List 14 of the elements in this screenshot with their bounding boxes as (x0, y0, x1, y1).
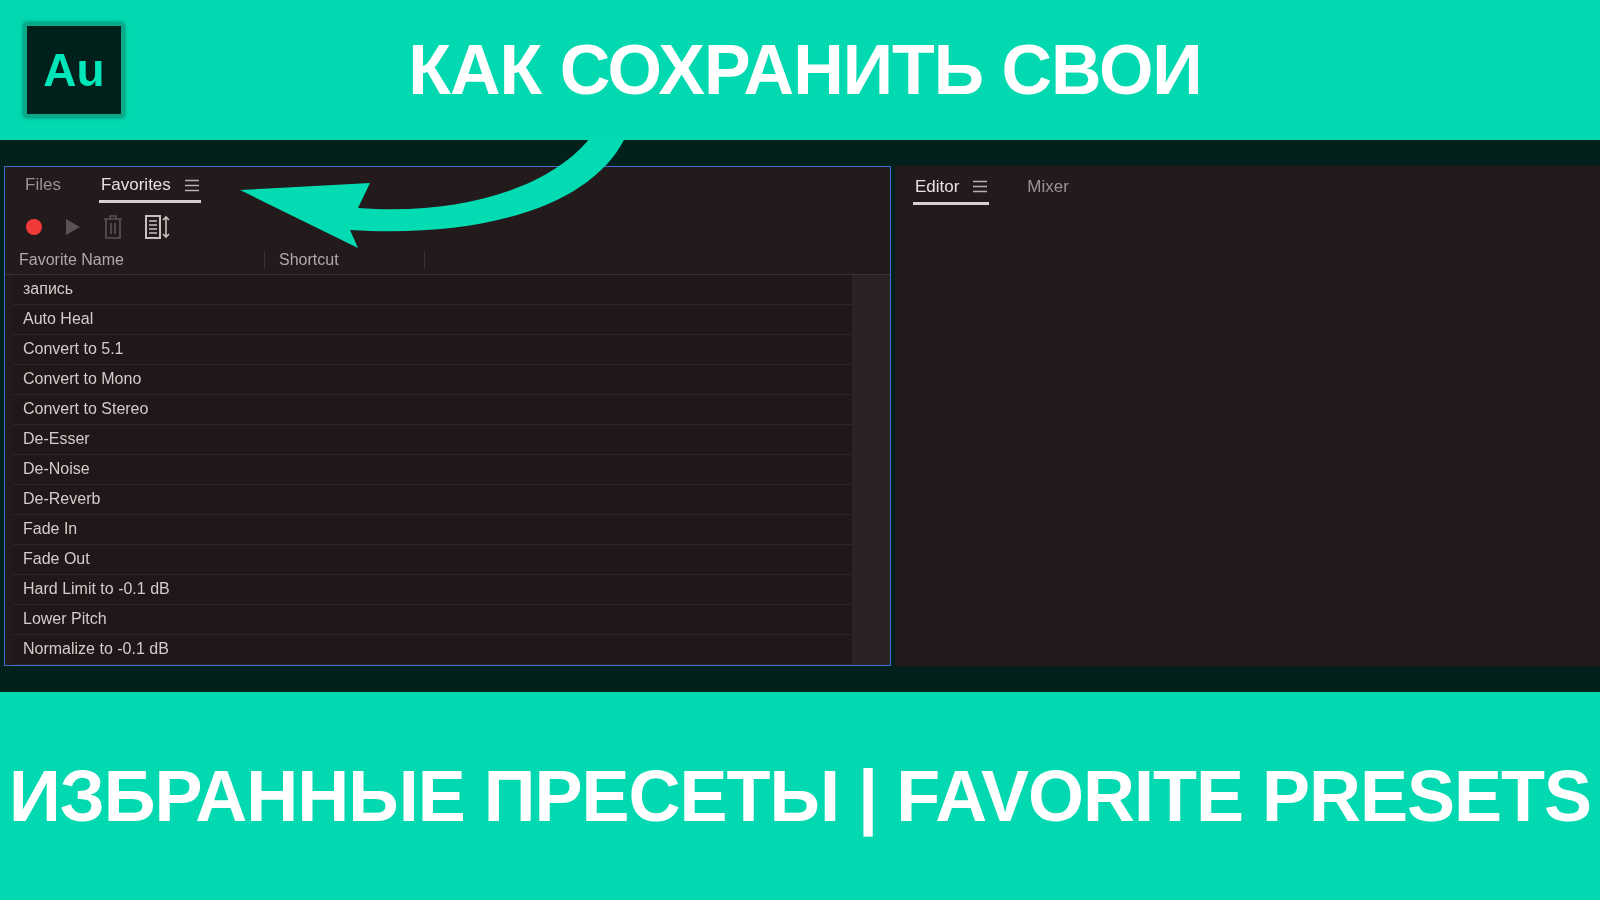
list-sort-icon[interactable] (145, 214, 171, 239)
menu-icon[interactable] (973, 180, 988, 193)
panel-tab[interactable]: Files (23, 170, 63, 204)
column-header[interactable]: Favorite Name (5, 251, 265, 270)
app-logo: Au (24, 23, 124, 117)
column-header[interactable]: Shortcut (265, 251, 425, 270)
scroll-bar[interactable] (851, 275, 890, 665)
panel-tab[interactable]: Favorites (98, 170, 201, 204)
panel-tab[interactable]: Mixer (1025, 171, 1071, 205)
panel-tab[interactable]: Editor (912, 171, 990, 205)
record-icon[interactable] (25, 217, 43, 236)
headline: КАК СОХРАНИТЬ СВОИ (407, 30, 1203, 110)
menu-icon[interactable] (184, 178, 199, 192)
caption: ИЗБРАННЫЕ ПРЕСЕТЫ | FAVORITE PRESETS (8, 755, 1592, 839)
